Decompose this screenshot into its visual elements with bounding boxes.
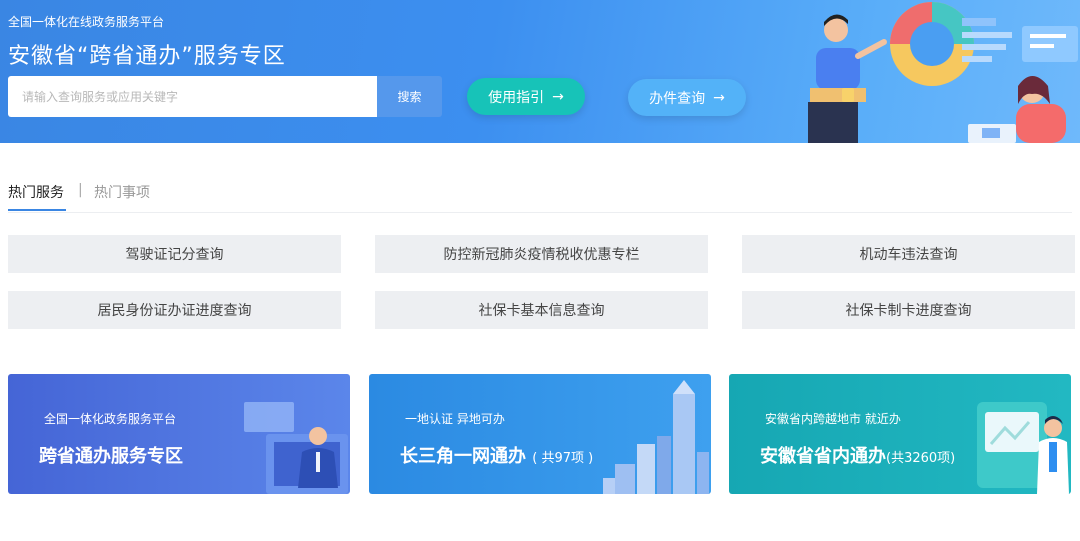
search-input[interactable] xyxy=(8,76,377,117)
service-item[interactable]: 社保卡基本信息查询 xyxy=(375,291,708,329)
arrow-right-icon: → xyxy=(713,89,725,106)
card-yangtze-delta[interactable]: 一地认证 异地可办 长三角一网通办 ( 共97项 ) xyxy=(369,374,711,494)
card-title: 安徽省省内通办(共3260项) xyxy=(760,442,955,468)
tab-separator: | xyxy=(78,182,83,198)
banner-illustration xyxy=(808,2,1078,143)
case-query-button[interactable]: 办件查询 → xyxy=(628,79,746,116)
card-count: (共3260项) xyxy=(886,451,956,466)
header-banner: 全国一体化在线政务服务平台 安徽省“跨省通办”服务专区 搜索 使用指引 → 办件… xyxy=(0,0,1080,143)
officer-illustration xyxy=(977,402,1069,494)
card-count: ( 共97项 ) xyxy=(532,451,594,466)
service-item[interactable]: 居民身份证办证进度查询 xyxy=(8,291,341,329)
tab-hot-items[interactable]: 热门事项 xyxy=(94,182,150,202)
card-cross-province-zone[interactable]: 全国一体化政务服务平台 跨省通办服务专区 xyxy=(8,374,350,494)
card-title-text: 安徽省省内通办 xyxy=(760,446,886,467)
service-tabs: 热门服务 | 热门事项 xyxy=(8,178,1072,213)
card-title-text: 跨省通办服务专区 xyxy=(39,446,183,467)
skyline-illustration xyxy=(603,380,709,494)
card-intra-province[interactable]: 安徽省内跨越地市 就近办 安徽省省内通办(共3260项) xyxy=(729,374,1071,494)
service-item[interactable]: 社保卡制卡进度查询 xyxy=(742,291,1075,329)
usage-guide-button[interactable]: 使用指引 → xyxy=(467,78,585,115)
platform-subtitle: 全国一体化在线政务服务平台 xyxy=(8,15,165,29)
service-item[interactable]: 机动车违法查询 xyxy=(742,235,1075,273)
card-title-text: 长三角一网通办 xyxy=(400,446,526,467)
presenter-illustration xyxy=(244,402,348,494)
card-title: 长三角一网通办 ( 共97项 ) xyxy=(400,442,593,468)
card-subtitle: 一地认证 异地可办 xyxy=(405,412,505,426)
page-title: 安徽省“跨省通办”服务专区 xyxy=(8,44,286,69)
card-title: 跨省通办服务专区 xyxy=(39,442,183,468)
service-item[interactable]: 驾驶证记分查询 xyxy=(8,235,341,273)
search-button[interactable]: 搜索 xyxy=(377,76,442,117)
tab-hot-services[interactable]: 热门服务 xyxy=(8,182,66,211)
case-query-label: 办件查询 xyxy=(649,90,706,107)
service-item[interactable]: 防控新冠肺炎疫情税收优惠专栏 xyxy=(375,235,708,273)
card-subtitle: 全国一体化政务服务平台 xyxy=(44,412,177,426)
usage-guide-label: 使用指引 xyxy=(488,89,545,106)
arrow-right-icon: → xyxy=(552,88,564,105)
card-subtitle: 安徽省内跨越地市 就近办 xyxy=(765,412,901,426)
